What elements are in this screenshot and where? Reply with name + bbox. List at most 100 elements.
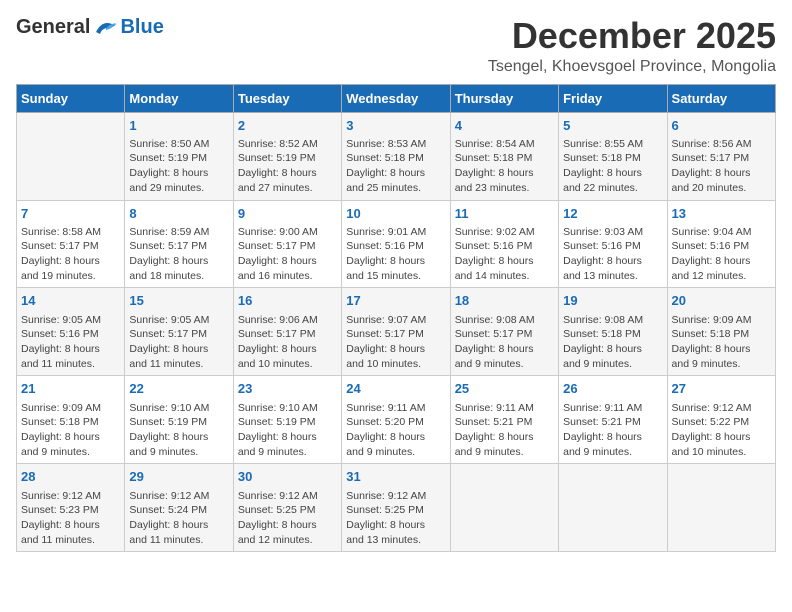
day-info-text: Sunset: 5:17 PM <box>129 327 228 342</box>
day-info-text: Sunset: 5:24 PM <box>129 503 228 518</box>
calendar-cell: 29Sunrise: 9:12 AMSunset: 5:24 PMDayligh… <box>125 464 233 552</box>
day-info-text: and 11 minutes. <box>129 533 228 548</box>
day-info-text: Daylight: 8 hours <box>238 518 337 533</box>
day-number: 28 <box>21 468 120 486</box>
day-number: 7 <box>21 205 120 223</box>
week-row-3: 14Sunrise: 9:05 AMSunset: 5:16 PMDayligh… <box>17 288 776 376</box>
day-info-text: and 12 minutes. <box>672 269 771 284</box>
day-info-text: Sunrise: 9:10 AM <box>238 401 337 416</box>
day-number: 16 <box>238 292 337 310</box>
day-info-text: Daylight: 8 hours <box>129 518 228 533</box>
day-info-text: Sunrise: 9:11 AM <box>563 401 662 416</box>
day-info-text: Sunrise: 9:11 AM <box>455 401 554 416</box>
title-block: December 2025 Tsengel, Khoevsgoel Provin… <box>488 16 776 76</box>
day-info-text: Sunrise: 9:05 AM <box>21 313 120 328</box>
calendar-cell <box>17 112 125 200</box>
day-info-text: Daylight: 8 hours <box>563 166 662 181</box>
day-info-text: Sunset: 5:18 PM <box>455 151 554 166</box>
calendar-cell: 20Sunrise: 9:09 AMSunset: 5:18 PMDayligh… <box>667 288 775 376</box>
day-info-text: Daylight: 8 hours <box>238 254 337 269</box>
calendar-cell: 28Sunrise: 9:12 AMSunset: 5:23 PMDayligh… <box>17 464 125 552</box>
calendar-cell: 26Sunrise: 9:11 AMSunset: 5:21 PMDayligh… <box>559 376 667 464</box>
day-info-text: and 9 minutes. <box>563 445 662 460</box>
day-info-text: Sunrise: 9:12 AM <box>346 489 445 504</box>
day-info-text: and 9 minutes. <box>455 357 554 372</box>
calendar-cell: 22Sunrise: 9:10 AMSunset: 5:19 PMDayligh… <box>125 376 233 464</box>
calendar-cell: 23Sunrise: 9:10 AMSunset: 5:19 PMDayligh… <box>233 376 341 464</box>
day-number: 24 <box>346 380 445 398</box>
day-info-text: Sunset: 5:17 PM <box>672 151 771 166</box>
day-info-text: and 9 minutes. <box>346 445 445 460</box>
day-info-text: Daylight: 8 hours <box>238 430 337 445</box>
day-number: 19 <box>563 292 662 310</box>
day-number: 20 <box>672 292 771 310</box>
day-info-text: Daylight: 8 hours <box>672 166 771 181</box>
day-info-text: Sunrise: 9:12 AM <box>238 489 337 504</box>
day-info-text: Sunrise: 9:02 AM <box>455 225 554 240</box>
day-info-text: Daylight: 8 hours <box>563 430 662 445</box>
day-header-wednesday: Wednesday <box>342 84 450 112</box>
day-number: 31 <box>346 468 445 486</box>
day-info-text: Sunrise: 8:50 AM <box>129 137 228 152</box>
day-header-saturday: Saturday <box>667 84 775 112</box>
day-info-text: Sunset: 5:17 PM <box>21 239 120 254</box>
calendar-cell: 25 Sunrise: 9:11 AMSunset: 5:21 PMDayligh… <box>450 376 558 464</box>
day-info-text: and 11 minutes. <box>21 357 120 372</box>
day-info-text: Sunset: 5:25 PM <box>238 503 337 518</box>
day-info-text: Daylight: 8 hours <box>455 430 554 445</box>
day-info-text: Sunset: 5:17 PM <box>129 239 228 254</box>
day-info-text: Sunset: 5:18 PM <box>672 327 771 342</box>
day-number: 17 <box>346 292 445 310</box>
day-info-text: Daylight: 8 hours <box>346 166 445 181</box>
day-info-text: and 25 minutes. <box>346 181 445 196</box>
calendar-cell: 3Sunrise: 8:53 AMSunset: 5:18 PMDaylight… <box>342 112 450 200</box>
day-number: 1 <box>129 117 228 135</box>
day-info-text: Daylight: 8 hours <box>455 166 554 181</box>
calendar-cell: 18Sunrise: 9:08 AMSunset: 5:17 PMDayligh… <box>450 288 558 376</box>
calendar-cell: 4Sunrise: 8:54 AMSunset: 5:18 PMDaylight… <box>450 112 558 200</box>
day-info-text: Daylight: 8 hours <box>129 166 228 181</box>
day-info-text: Sunset: 5:25 PM <box>346 503 445 518</box>
day-info-text: Sunset: 5:18 PM <box>563 327 662 342</box>
day-info-text: Sunrise: 9:09 AM <box>672 313 771 328</box>
day-info-text: and 13 minutes. <box>563 269 662 284</box>
calendar-cell: 12Sunrise: 9:03 AMSunset: 5:16 PMDayligh… <box>559 200 667 288</box>
day-info-text: Daylight: 8 hours <box>455 254 554 269</box>
day-number: 25 <box>455 380 554 398</box>
day-info-text: Sunset: 5:19 PM <box>129 151 228 166</box>
calendar-cell <box>667 464 775 552</box>
day-info-text: Daylight: 8 hours <box>346 342 445 357</box>
calendar-cell: 5Sunrise: 8:55 AMSunset: 5:18 PMDaylight… <box>559 112 667 200</box>
day-info-text: and 19 minutes. <box>21 269 120 284</box>
day-info-text: and 18 minutes. <box>129 269 228 284</box>
day-info-text: Daylight: 8 hours <box>563 254 662 269</box>
day-number: 9 <box>238 205 337 223</box>
day-info-text: Sunrise: 8:52 AM <box>238 137 337 152</box>
header-row: SundayMondayTuesdayWednesdayThursdayFrid… <box>17 84 776 112</box>
day-info-text: Sunrise: 8:59 AM <box>129 225 228 240</box>
day-info-text: Daylight: 8 hours <box>129 342 228 357</box>
logo-bird-icon <box>92 18 120 38</box>
calendar-cell: 14Sunrise: 9:05 AMSunset: 5:16 PMDayligh… <box>17 288 125 376</box>
day-number: 6 <box>672 117 771 135</box>
day-number: 29 <box>129 468 228 486</box>
day-info-text: and 13 minutes. <box>346 533 445 548</box>
day-info-text: Sunrise: 8:53 AM <box>346 137 445 152</box>
day-number: 26 <box>563 380 662 398</box>
day-number: 11 <box>455 205 554 223</box>
day-info-text: and 14 minutes. <box>455 269 554 284</box>
logo-general-text: General <box>16 16 90 39</box>
day-info-text: Sunrise: 8:54 AM <box>455 137 554 152</box>
day-info-text: Sunrise: 9:10 AM <box>129 401 228 416</box>
day-info-text: Sunset: 5:17 PM <box>455 327 554 342</box>
day-info-text: and 11 minutes. <box>129 357 228 372</box>
day-info-text: Sunset: 5:21 PM <box>455 415 554 430</box>
day-info-text: Daylight: 8 hours <box>238 342 337 357</box>
day-info-text: and 16 minutes. <box>238 269 337 284</box>
day-info-text: Daylight: 8 hours <box>346 518 445 533</box>
day-header-sunday: Sunday <box>17 84 125 112</box>
day-info-text: and 9 minutes. <box>563 357 662 372</box>
day-number: 13 <box>672 205 771 223</box>
day-number: 23 <box>238 380 337 398</box>
day-info-text: Daylight: 8 hours <box>21 518 120 533</box>
